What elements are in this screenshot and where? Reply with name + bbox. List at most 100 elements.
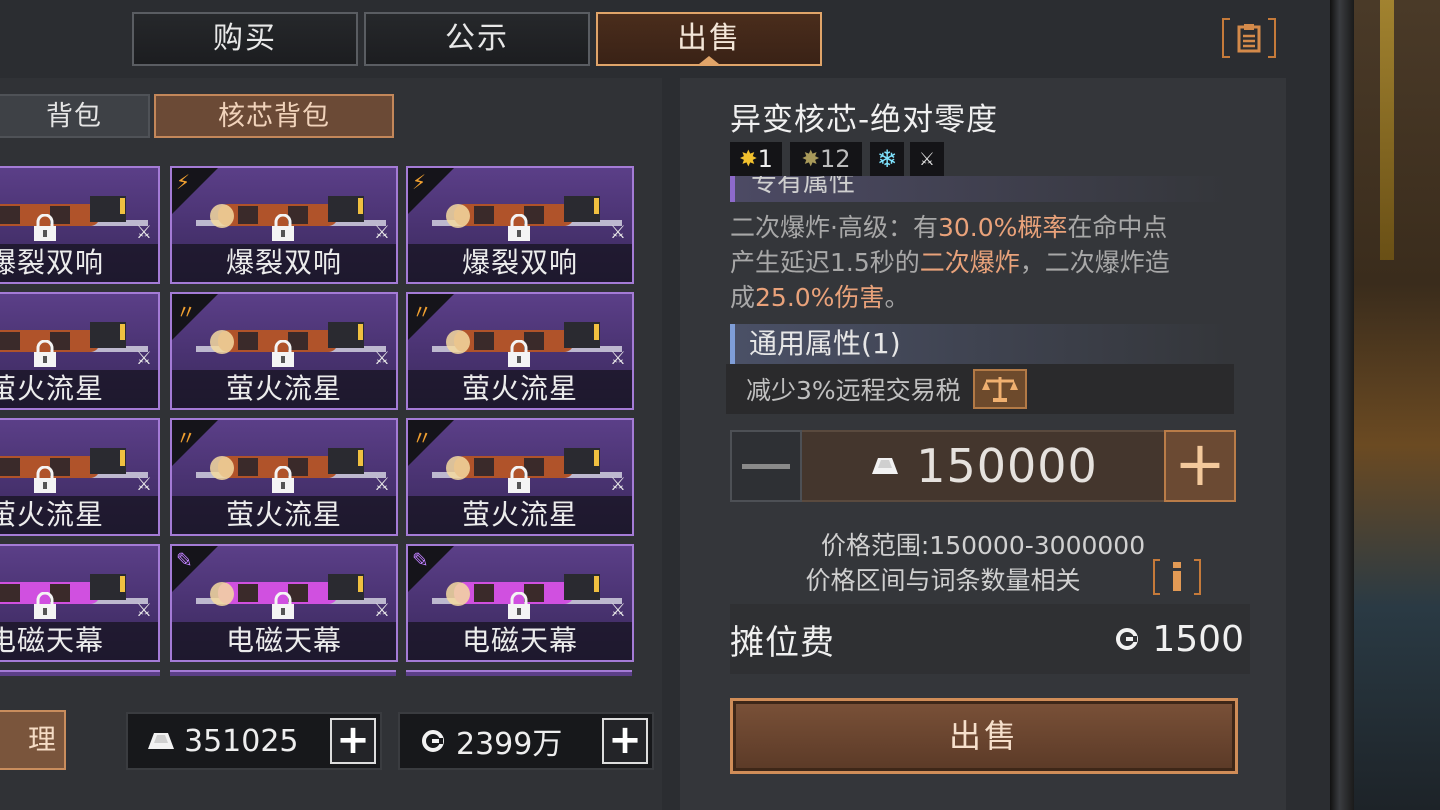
booth-fee-value: 1500 [1152, 618, 1244, 660]
star-count-value: 12 [819, 145, 851, 173]
weapon-type-icon: ⚔ [135, 474, 152, 495]
item-card[interactable]: 〃⚔萤火流星 [170, 292, 398, 410]
weapon-type-icon: ⚔ [373, 600, 390, 621]
frost-icon: ❄ [870, 142, 904, 176]
lock-icon [34, 466, 56, 493]
desc-highlight: 25.0%伤害 [755, 283, 885, 312]
exclusive-attr-label: 专有属性 [751, 176, 856, 198]
tab-buy[interactable]: 购买 [132, 12, 358, 66]
sell-button[interactable]: 出售 [730, 698, 1238, 774]
exclusive-attr-header: 专有属性 [730, 176, 1230, 202]
weapon-type-icon: ⚔ [135, 600, 152, 621]
info-icon [1153, 559, 1201, 595]
clipboard-icon [1237, 24, 1261, 53]
price-info-button[interactable] [1152, 558, 1202, 596]
desc-highlight: 30.0%概率 [937, 213, 1068, 242]
item-name: 爆裂双响 [0, 244, 158, 282]
lock-icon [34, 340, 56, 367]
lock-icon [272, 340, 294, 367]
add-silver-button[interactable]: + [330, 718, 376, 764]
item-card-partial [406, 670, 632, 676]
coin-icon [422, 730, 444, 752]
desc-highlight: 二次爆炸 [919, 248, 1020, 277]
star-level-value: 1 [757, 145, 773, 173]
core-item-icon [0, 196, 148, 226]
star-count-badge: ✸ 12 [790, 142, 862, 176]
price-stepper: 150000 + [730, 430, 1236, 502]
weapon-type-icon: ⚔ [135, 222, 152, 243]
price-input[interactable]: 150000 [802, 430, 1164, 502]
item-card[interactable]: 〃⚔萤火流星 [0, 418, 160, 536]
lock-icon [272, 214, 294, 241]
general-attr-text: 减少3%远程交易税 [746, 376, 961, 405]
booth-fee-label: 摊位费 [730, 622, 835, 663]
lock-icon [508, 466, 530, 493]
lock-icon [34, 592, 56, 619]
gold-star-icon: ✸ [739, 146, 758, 172]
general-attr-row: 减少3%远程交易税 [726, 364, 1234, 414]
weapon-type-icon: ⚔ [609, 348, 626, 369]
price-decrease-button[interactable] [730, 430, 802, 502]
item-card[interactable]: 〃⚔萤火流星 [170, 418, 398, 536]
gold-amount: 2399万 [456, 727, 563, 762]
item-title: 异变核芯-绝对零度 [730, 102, 999, 138]
subtab-bag[interactable]: 背包 [0, 94, 150, 138]
attr-description: 二次爆炸·高级：有30.0%概率在命中点产生延迟1.5秒的二次爆炸，二次爆炸造成… [730, 210, 1190, 315]
item-card[interactable]: ⚡⚔爆裂双响 [0, 166, 160, 284]
lock-icon [508, 214, 530, 241]
weapon-type-icon: ⚔ [609, 222, 626, 243]
item-name: 爆裂双响 [408, 244, 632, 282]
tab-sell[interactable]: 出售 [596, 12, 822, 66]
lock-icon [34, 214, 56, 241]
silver-amount: 351025 [184, 723, 299, 759]
booth-fee-row: 摊位费 1500 [730, 604, 1250, 674]
record-button[interactable] [1222, 18, 1276, 58]
item-name: 电磁天幕 [408, 622, 632, 660]
coin-icon [1116, 628, 1139, 650]
item-name: 爆裂双响 [172, 244, 396, 282]
gold-currency: 2399万 + [398, 712, 654, 770]
silver-bar-icon [148, 733, 174, 749]
lock-icon [508, 340, 530, 367]
weapon-type-icon: ⚔ [910, 142, 944, 176]
item-card-partial [170, 670, 396, 676]
subtab-core-bag[interactable]: 核芯背包 [154, 94, 394, 138]
item-name: 萤火流星 [172, 496, 396, 534]
item-card[interactable]: ✎⚔电磁天幕 [0, 544, 160, 662]
item-name: 萤火流星 [0, 370, 158, 408]
grey-star-icon: ✸ [801, 146, 820, 172]
item-name: 萤火流星 [408, 496, 632, 534]
weapon-type-icon: ⚔ [373, 348, 390, 369]
item-card[interactable]: ✎⚔电磁天幕 [170, 544, 398, 662]
core-item-icon [0, 574, 148, 604]
screen-frame [1330, 0, 1354, 810]
background-beam [1380, 0, 1394, 260]
manage-button[interactable]: 理 [0, 710, 66, 770]
weapon-type-icon: ⚔ [373, 474, 390, 495]
item-card[interactable]: ⚡⚔爆裂双响 [170, 166, 398, 284]
item-card[interactable]: 〃⚔萤火流星 [0, 292, 160, 410]
weapon-type-icon: ⚔ [609, 474, 626, 495]
desc-text: 二次爆炸·高级：有 [730, 213, 938, 242]
item-card[interactable]: 〃⚔萤火流星 [406, 292, 634, 410]
tax-scale-icon [972, 369, 1027, 409]
item-name: 电磁天幕 [172, 622, 396, 660]
weapon-type-icon: ⚔ [135, 348, 152, 369]
star-level-badge: ✸ 1 [730, 142, 782, 176]
item-name: 萤火流星 [408, 370, 632, 408]
general-attr-header: 通用属性(1) [730, 324, 1230, 364]
lock-icon [508, 592, 530, 619]
price-increase-button[interactable]: + [1164, 430, 1236, 502]
item-name: 电磁天幕 [0, 622, 158, 660]
item-card[interactable]: 〃⚔萤火流星 [406, 418, 634, 536]
price-value: 150000 [916, 439, 1098, 493]
silver-currency: 351025 + [126, 712, 382, 770]
weapon-type-icon: ⚔ [373, 222, 390, 243]
weapon-type-icon: ⚔ [609, 600, 626, 621]
add-gold-button[interactable]: + [602, 718, 648, 764]
item-card-partial [0, 670, 160, 676]
item-card[interactable]: ✎⚔电磁天幕 [406, 544, 634, 662]
price-range: 价格范围:150000-3000000 [820, 531, 1146, 560]
tab-announce[interactable]: 公示 [364, 12, 590, 66]
item-card[interactable]: ⚡⚔爆裂双响 [406, 166, 634, 284]
